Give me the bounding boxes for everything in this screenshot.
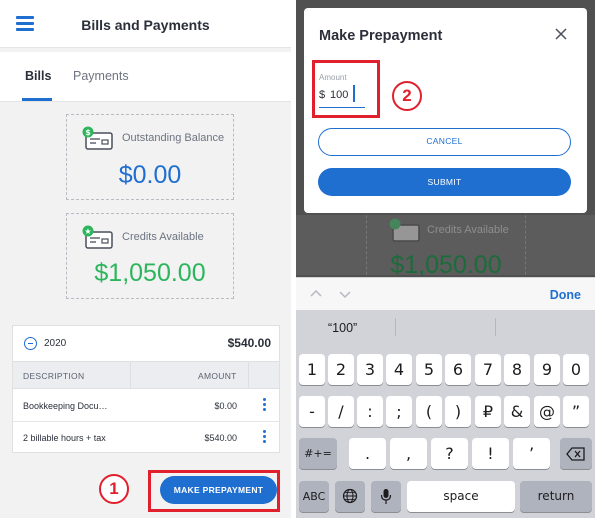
key-9[interactable]: 9 (534, 354, 560, 385)
top-app-bar: Bills and Payments (0, 0, 291, 48)
key-quote[interactable]: ” (563, 396, 589, 427)
done-button[interactable]: Done (550, 288, 581, 302)
space-key[interactable]: space (407, 481, 515, 512)
key-6[interactable]: 6 (445, 354, 471, 385)
key-abc[interactable]: ABC (299, 481, 329, 512)
key-1[interactable]: 1 (299, 354, 325, 385)
make-prepayment-button[interactable]: MAKE PREPAYMENT (160, 476, 277, 504)
close-icon[interactable] (554, 27, 568, 41)
year-label: 2020 (44, 338, 67, 349)
keyboard-suggestion-bar: “100” (296, 310, 595, 344)
svg-text:$: $ (85, 128, 91, 137)
prepayment-screen: Credits Available $1,050.00 Make Prepaym… (296, 0, 595, 518)
credits-available-label: Credits Available (122, 231, 204, 243)
key-5[interactable]: 5 (416, 354, 442, 385)
key-slash[interactable]: / (328, 396, 354, 427)
dimmed-credits-card: Credits Available $1,050.00 (366, 205, 526, 285)
globe-icon (342, 488, 358, 504)
chevron-down-icon[interactable] (339, 288, 351, 300)
key-0[interactable]: 0 (563, 354, 589, 385)
row-description: 2 billable hours + tax (23, 433, 106, 443)
numeric-keyboard: “100” 1 2 3 4 5 6 7 8 9 0 - / : ; ( ) ₽ … (296, 310, 595, 518)
annotation-badge-1: 1 (99, 474, 129, 504)
more-options-icon[interactable] (261, 430, 267, 446)
key-apostrophe[interactable]: ’ (513, 438, 550, 469)
cancel-button[interactable]: CANCEL (318, 128, 571, 156)
chevron-up-icon[interactable] (310, 288, 322, 300)
tab-bills[interactable]: Bills (25, 69, 51, 83)
key-7[interactable]: 7 (475, 354, 501, 385)
globe-key[interactable] (335, 481, 365, 512)
active-tab-indicator (22, 98, 52, 101)
suggestion-item[interactable]: “100” (328, 321, 357, 335)
row-description: Bookkeeping Docu… (23, 401, 108, 411)
bill-icon: $ (82, 126, 113, 150)
more-options-icon[interactable] (261, 398, 267, 414)
backspace-key[interactable] (560, 438, 592, 469)
table-row[interactable]: Bookkeeping Docu… $0.00 (13, 390, 279, 422)
tab-payments[interactable]: Payments (73, 69, 129, 83)
annotation-highlight-2 (312, 60, 380, 118)
svg-text:★: ★ (84, 227, 91, 236)
key-period[interactable]: . (349, 438, 386, 469)
dimmed-credits-label: Credits Available (427, 224, 509, 236)
page-title: Bills and Payments (81, 17, 210, 33)
key-colon[interactable]: : (357, 396, 383, 427)
table-header: DESCRIPTION AMOUNT (13, 362, 279, 389)
key-close-paren[interactable]: ) (445, 396, 471, 427)
key-open-paren[interactable]: ( (416, 396, 442, 427)
key-question[interactable]: ? (431, 438, 468, 469)
keyboard-toolbar: Done (296, 277, 595, 310)
credits-available-card: ★ Credits Available $1,050.00 (66, 213, 234, 299)
microphone-key[interactable] (371, 481, 401, 512)
key-ruble[interactable]: ₽ (475, 396, 501, 427)
tab-bar: Bills Payments (0, 52, 291, 102)
backspace-icon (566, 447, 585, 461)
table-row[interactable]: 2 billable hours + tax $540.00 (13, 422, 279, 454)
key-at[interactable]: @ (534, 396, 560, 427)
key-semicolon[interactable]: ; (386, 396, 412, 427)
microphone-icon (380, 489, 392, 504)
dialog-title: Make Prepayment (319, 28, 443, 44)
column-header-amount: AMOUNT (198, 371, 237, 381)
key-more-symbols[interactable]: #+= (299, 438, 337, 469)
credits-available-value: $1,050.00 (94, 259, 206, 287)
row-amount: $0.00 (214, 401, 237, 411)
bills-table: 2020 $540.00 DESCRIPTION AMOUNT Bookkeep… (12, 325, 280, 453)
year-total: $540.00 (227, 336, 271, 350)
key-4[interactable]: 4 (386, 354, 412, 385)
collapse-icon[interactable] (24, 337, 37, 350)
key-comma[interactable]: , (390, 438, 427, 469)
row-amount: $540.00 (204, 433, 237, 443)
key-3[interactable]: 3 (357, 354, 383, 385)
key-ampersand[interactable]: & (504, 396, 530, 427)
outstanding-balance-label: Outstanding Balance (122, 132, 225, 144)
annotation-badge-2: 2 (392, 81, 422, 111)
credit-icon (389, 218, 420, 242)
submit-button[interactable]: SUBMIT (318, 168, 571, 196)
outstanding-balance-card: $ Outstanding Balance $0.00 (66, 114, 234, 200)
bills-screen: Bills and Payments Bills Payments $ Outs… (0, 0, 291, 518)
column-header-description: DESCRIPTION (23, 371, 85, 381)
return-key[interactable]: return (520, 481, 592, 512)
key-2[interactable]: 2 (328, 354, 354, 385)
credit-icon: ★ (82, 225, 113, 249)
key-hyphen[interactable]: - (299, 396, 325, 427)
key-8[interactable]: 8 (504, 354, 530, 385)
dimmed-credits-value: $1,050.00 (390, 251, 502, 279)
year-group-row[interactable]: 2020 $540.00 (13, 326, 279, 362)
outstanding-balance-value: $0.00 (118, 161, 182, 189)
key-exclamation[interactable]: ! (472, 438, 509, 469)
make-prepayment-dialog: Make Prepayment Amount $ 100 2 CANCEL SU… (304, 8, 587, 213)
